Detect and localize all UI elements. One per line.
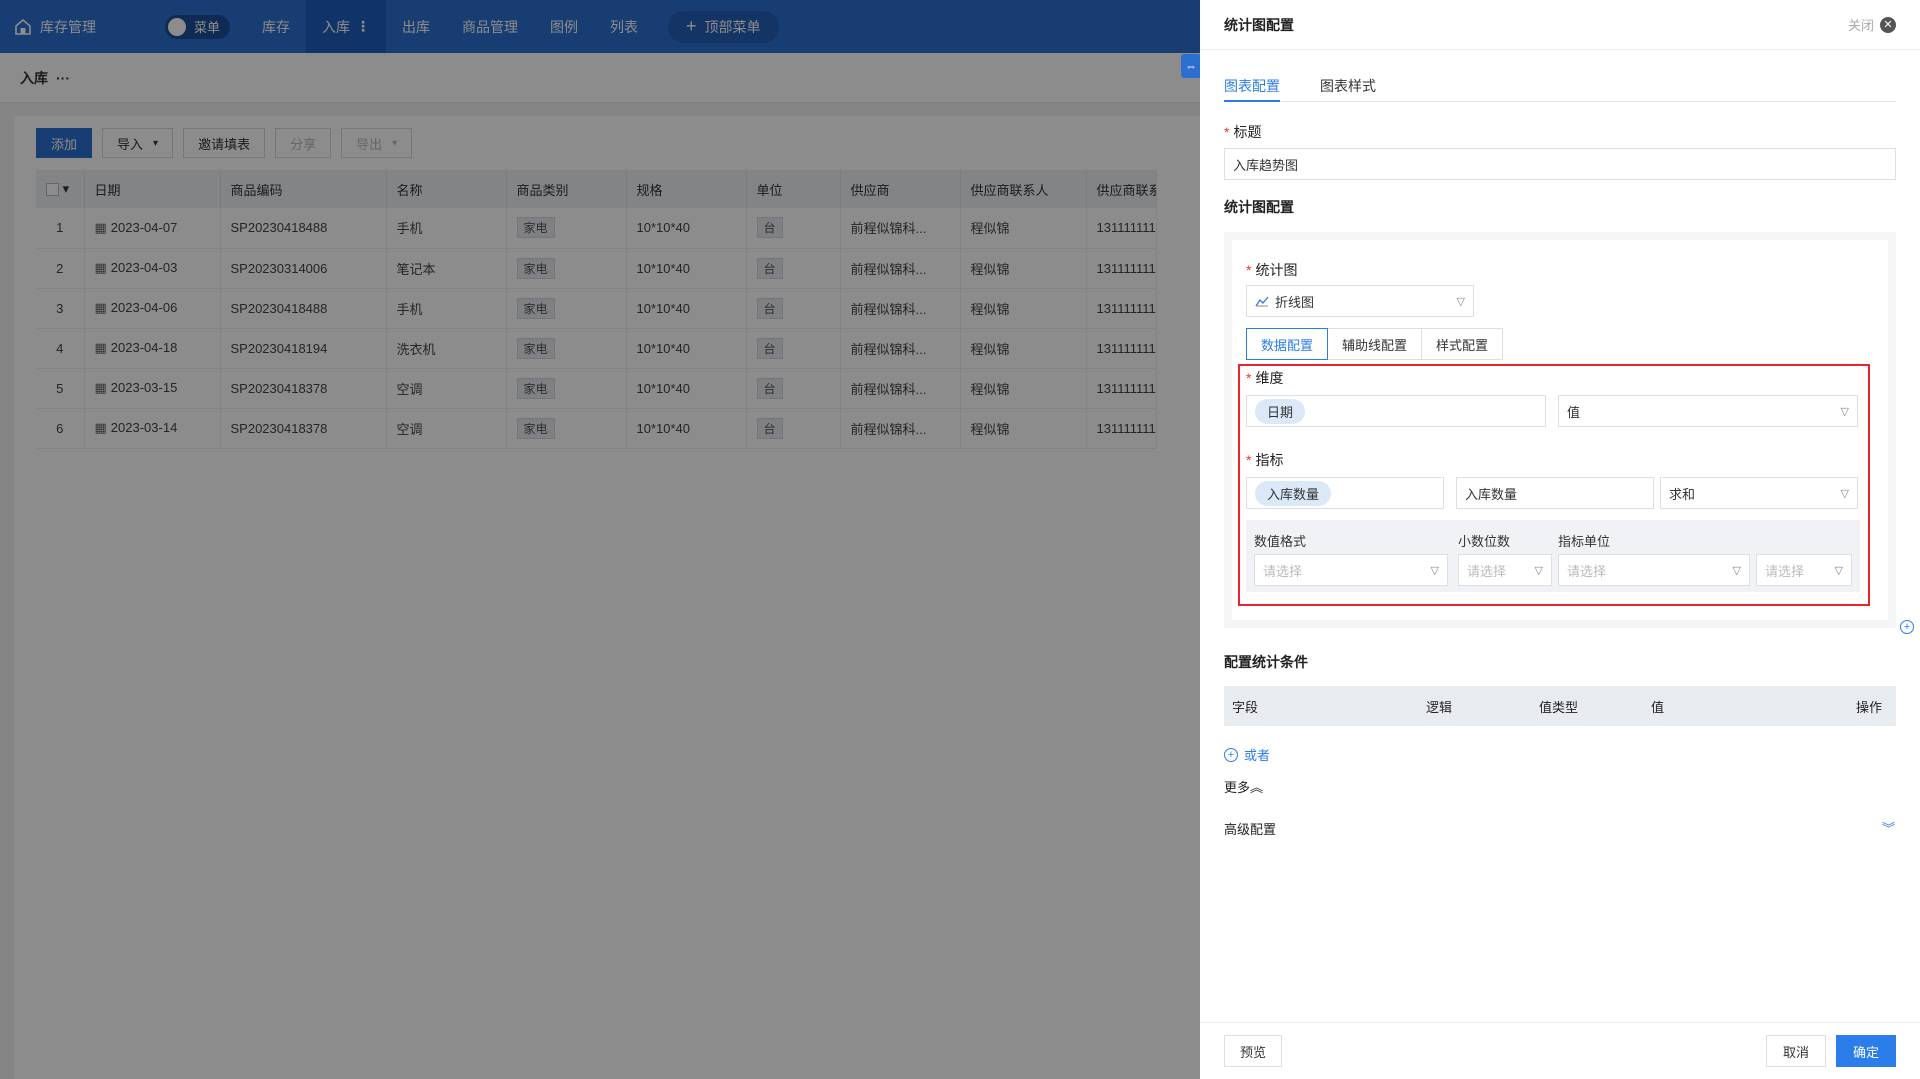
title-input[interactable]: 入库趋势图 — [1224, 148, 1896, 180]
close-button[interactable]: 关闭 ✕ — [1848, 15, 1896, 34]
conditions-section-title: 配置统计条件 — [1224, 654, 1308, 670]
subtab-style-config[interactable]: 样式配置 — [1421, 328, 1504, 360]
line-chart-icon — [1255, 295, 1269, 307]
preview-button[interactable]: 预览 — [1224, 1035, 1282, 1067]
column-header: 值 — [1651, 699, 1665, 715]
tab-chart-config[interactable]: 图表配置 — [1224, 70, 1280, 102]
or-link-label: 或者 — [1244, 748, 1271, 763]
chevron-double-down-icon[interactable]: ︾ — [1882, 818, 1895, 837]
confirm-button[interactable]: 确定 — [1836, 1035, 1896, 1067]
label-text: 统计图 — [1255, 262, 1298, 278]
plus-circle-icon: + — [1224, 747, 1238, 762]
cancel-button[interactable]: 取消 — [1766, 1035, 1826, 1067]
tab-chart-style[interactable]: 图表样式 — [1320, 70, 1376, 102]
close-icon[interactable]: ✕ — [1880, 16, 1896, 33]
more-label: 更多 — [1224, 780, 1251, 795]
advanced-config-label[interactable]: 高级配置 — [1224, 819, 1276, 838]
resize-handle-icon[interactable]: ⇔ — [1181, 54, 1201, 78]
chevron-up-icon: ︽ — [1250, 780, 1264, 795]
drawer-tabs: 图表配置 图表样式 — [1224, 70, 1896, 102]
conditions-table-header: 字段 逻辑 值类型 值 操作 — [1224, 686, 1896, 726]
modal-overlay[interactable] — [0, 0, 1200, 1079]
chart-type-label: * 统计图 — [1246, 260, 1297, 280]
title-input-value: 入库趋势图 — [1233, 157, 1299, 173]
add-metric-icon[interactable]: + — [1900, 620, 1914, 634]
required-mark: * — [1224, 124, 1230, 140]
column-header: 值类型 — [1539, 699, 1579, 715]
column-header: 逻辑 — [1426, 699, 1453, 715]
close-label: 关闭 — [1847, 18, 1874, 33]
highlight-box — [1238, 364, 1870, 606]
chart-type-select[interactable]: 折线图 ▽ — [1246, 285, 1474, 317]
data-config-subtabs: 数据配置 辅助线配置 样式配置 — [1246, 328, 1504, 360]
drawer-title: 统计图配置 — [1224, 16, 1294, 33]
subtab-guideline-config[interactable]: 辅助线配置 — [1327, 328, 1423, 360]
chart-config-section-title: 统计图配置 — [1224, 199, 1294, 215]
column-header: 操作 — [1855, 699, 1882, 715]
subtab-data-config[interactable]: 数据配置 — [1246, 328, 1329, 360]
chevron-down-icon: ▽ — [1456, 295, 1465, 308]
column-header: 字段 — [1232, 699, 1259, 715]
drawer-header: 统计图配置 关闭 ✕ — [1200, 0, 1920, 50]
required-mark: * — [1246, 262, 1252, 278]
title-field-label: * 标题 — [1224, 122, 1261, 142]
more-toggle[interactable]: 更多︽ — [1224, 777, 1263, 796]
add-or-condition-link[interactable]: + 或者 — [1224, 745, 1270, 764]
label-text: 标题 — [1233, 124, 1262, 140]
chart-type-value: 折线图 — [1275, 294, 1315, 310]
